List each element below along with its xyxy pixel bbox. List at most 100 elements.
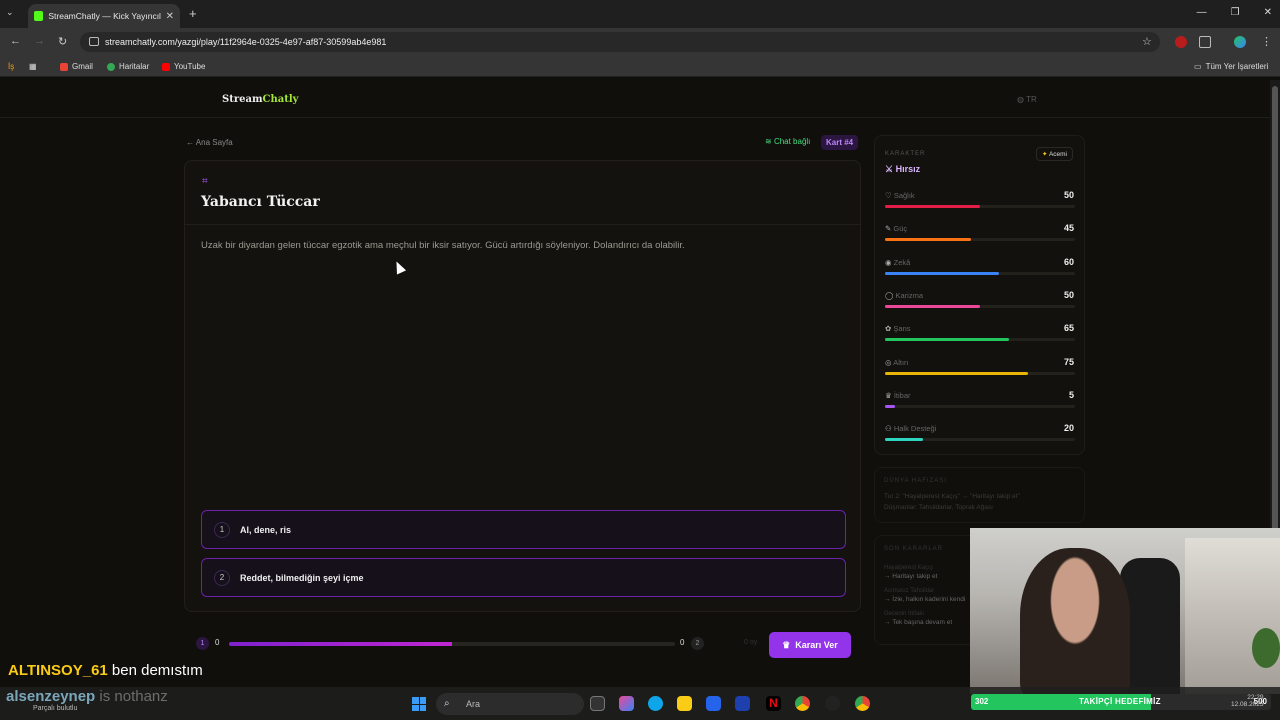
netflix-icon[interactable]: N xyxy=(766,696,781,711)
webcam-overlay xyxy=(970,528,1280,694)
back-home-link[interactable]: ← Ana Sayfa xyxy=(186,138,233,147)
option-2-vote-count: 0 xyxy=(680,638,685,647)
logo-part-a: Stream xyxy=(222,94,263,105)
tab-search-icon[interactable]: ⌄ xyxy=(6,7,14,18)
minimize-icon[interactable]: — xyxy=(1197,7,1207,18)
app-logo[interactable]: StreamChatly xyxy=(222,94,298,105)
browser-tab-strip: ⌄ StreamChatly — Kick Yayıncıları ✕ + — … xyxy=(0,0,1280,28)
stat-value: 65 xyxy=(1063,323,1074,334)
character-header: KARAKTER xyxy=(885,151,926,157)
star-icon: ✦ xyxy=(1042,151,1048,158)
chrome-active-icon[interactable] xyxy=(855,696,870,711)
extension-record-icon[interactable] xyxy=(1175,36,1187,48)
url-field[interactable]: streamchatly.com/yazgi/play/11f2964e-032… xyxy=(80,32,1160,52)
folder-icon: ▭ xyxy=(1194,62,1202,71)
card-divider xyxy=(185,224,860,225)
stat-name-label: Altın xyxy=(893,357,909,367)
browser-tab-active[interactable]: StreamChatly — Kick Yayıncıları ✕ xyxy=(28,4,180,28)
option-1[interactable]: 1 Al, dene, ris xyxy=(201,510,846,549)
browser-menu-icon[interactable]: ⋮ xyxy=(1261,35,1272,48)
card-number-badge: Kart #4 xyxy=(821,135,859,150)
all-bookmarks[interactable]: ▭ Tüm Yer İşaretleri xyxy=(1194,62,1268,71)
bookmark-star-icon[interactable]: ☆ xyxy=(1142,35,1152,48)
submit-decision-button[interactable]: ♛ Kararı Ver xyxy=(769,632,851,658)
apps-grid-icon[interactable]: ▦ xyxy=(29,62,37,71)
weather-widget[interactable]: Parçalı bulutlu xyxy=(33,705,77,712)
forward-arrow-icon[interactable]: → xyxy=(34,35,45,47)
chrome-icon[interactable] xyxy=(795,696,810,711)
stat-bar-track xyxy=(885,438,1075,442)
stat-value: 5 xyxy=(1068,389,1074,400)
webcam-plant xyxy=(1252,628,1280,668)
bookmark-youtube[interactable]: YouTube xyxy=(162,62,205,71)
stat-name-label: İtibar xyxy=(893,390,911,400)
app-header: StreamChatly ◍ TR xyxy=(0,80,1270,118)
card-title: Yabancı Tüccar xyxy=(201,194,320,210)
edge-icon[interactable] xyxy=(648,696,663,711)
reload-icon[interactable]: ↻ xyxy=(58,35,67,48)
mail-icon[interactable] xyxy=(735,696,750,711)
brain-icon: ◉ xyxy=(885,257,892,267)
windows-start-icon[interactable] xyxy=(412,697,426,711)
taskbar-search[interactable]: ⌕ Ara xyxy=(436,693,584,715)
search-icon: ⌕ xyxy=(444,698,450,709)
level-badge: ✦ Acemi xyxy=(1036,147,1073,161)
task-view-icon[interactable] xyxy=(590,696,605,711)
card-description: Uzak bir diyardan gelen tüccar egzotik a… xyxy=(201,240,685,251)
wifi-icon: ≋ xyxy=(765,137,772,146)
chat-message-text: ben demıstım xyxy=(111,662,203,679)
option-2[interactable]: 2 Reddet, bilmediğin şeyi içme xyxy=(201,558,846,597)
world-memory-line: Tur 2: "Hayalperest Kaçış" → "Haritayı t… xyxy=(884,493,1020,500)
decision-title: Hayalperest Kaçış xyxy=(884,565,933,571)
dagger-icon: ⚔ xyxy=(885,164,894,174)
stat-bar-fill xyxy=(885,238,971,242)
stat-name: ✿ Şans xyxy=(885,324,911,333)
close-window-icon[interactable]: ✕ xyxy=(1264,7,1272,18)
stat-name: ◉ Zekâ xyxy=(885,258,910,267)
stat-bar-fill xyxy=(885,271,999,275)
bookmarks-bar: İş ▦ Gmail Haritalar YouTube ▭ Tüm Yer İ… xyxy=(0,56,1280,77)
bookmark-maps[interactable]: Haritalar xyxy=(107,62,149,71)
stat-name: ♡ Sağlık xyxy=(885,191,915,200)
option-2-label: Reddet, bilmediğin şeyi içme xyxy=(240,572,364,583)
stat-value: 50 xyxy=(1063,289,1074,300)
store-icon[interactable] xyxy=(706,696,721,711)
bookmark-is[interactable]: İş xyxy=(8,62,14,71)
gmail-icon xyxy=(60,62,68,71)
copilot-icon[interactable] xyxy=(619,696,634,711)
back-arrow-icon[interactable]: ← xyxy=(10,35,21,47)
language-switch[interactable]: ◍ TR xyxy=(1017,95,1037,104)
url-text: streamchatly.com/yazgi/play/11f2964e-032… xyxy=(105,37,387,47)
crown-icon: ♛ xyxy=(885,390,892,400)
stat-name: ⚇ Halk Desteği xyxy=(885,424,936,433)
kick-favicon-icon xyxy=(34,11,44,21)
stat-name-label: Güç xyxy=(893,224,908,234)
bookmark-maps-label: Haritalar xyxy=(119,62,150,71)
obs-icon[interactable] xyxy=(825,696,840,711)
stat-name: ♛ İtibar xyxy=(885,391,911,400)
decision-title: Gecenin İttifakı xyxy=(884,611,925,617)
world-memory-line: Düşmanlar: Tahsildarlar, Toprak Ağası xyxy=(884,504,993,511)
stat-name-label: Zekâ xyxy=(893,257,911,267)
address-bar-row: ← → ↻ streamchatly.com/yazgi/play/11f296… xyxy=(0,28,1280,56)
youtube-icon xyxy=(162,62,170,71)
stat-name: ◎ Altın xyxy=(885,358,908,367)
new-tab-icon[interactable]: + xyxy=(189,6,197,21)
taskbar-clock[interactable]: 22:29 12.08.2025 xyxy=(1231,694,1264,708)
decision-choice: → İzle, halkın kaderini kendi xyxy=(884,596,966,603)
file-explorer-icon[interactable] xyxy=(677,696,692,711)
people-icon: ⚇ xyxy=(885,424,892,434)
follower-goal-bar: 302 TAKİPÇİ HEDEFİMİZ 500 xyxy=(971,694,1271,710)
stat-name-label: Karizma xyxy=(895,290,924,300)
stat-bar-track xyxy=(885,338,1075,342)
scroll-icon: ⌗ xyxy=(202,176,208,187)
restore-icon[interactable]: ❐ xyxy=(1231,7,1240,18)
site-info-icon[interactable] xyxy=(89,37,99,46)
stat-bar-fill xyxy=(885,438,923,442)
profile-avatar-icon[interactable] xyxy=(1234,36,1246,48)
stream-chat-message: ALTINSOY_61 ben demıstım xyxy=(8,662,203,679)
bookmark-gmail[interactable]: Gmail xyxy=(60,62,93,71)
window-controls: — ❐ ✕ xyxy=(1197,7,1272,18)
extensions-puzzle-icon[interactable] xyxy=(1199,36,1211,48)
close-tab-icon[interactable]: ✕ xyxy=(166,11,174,22)
